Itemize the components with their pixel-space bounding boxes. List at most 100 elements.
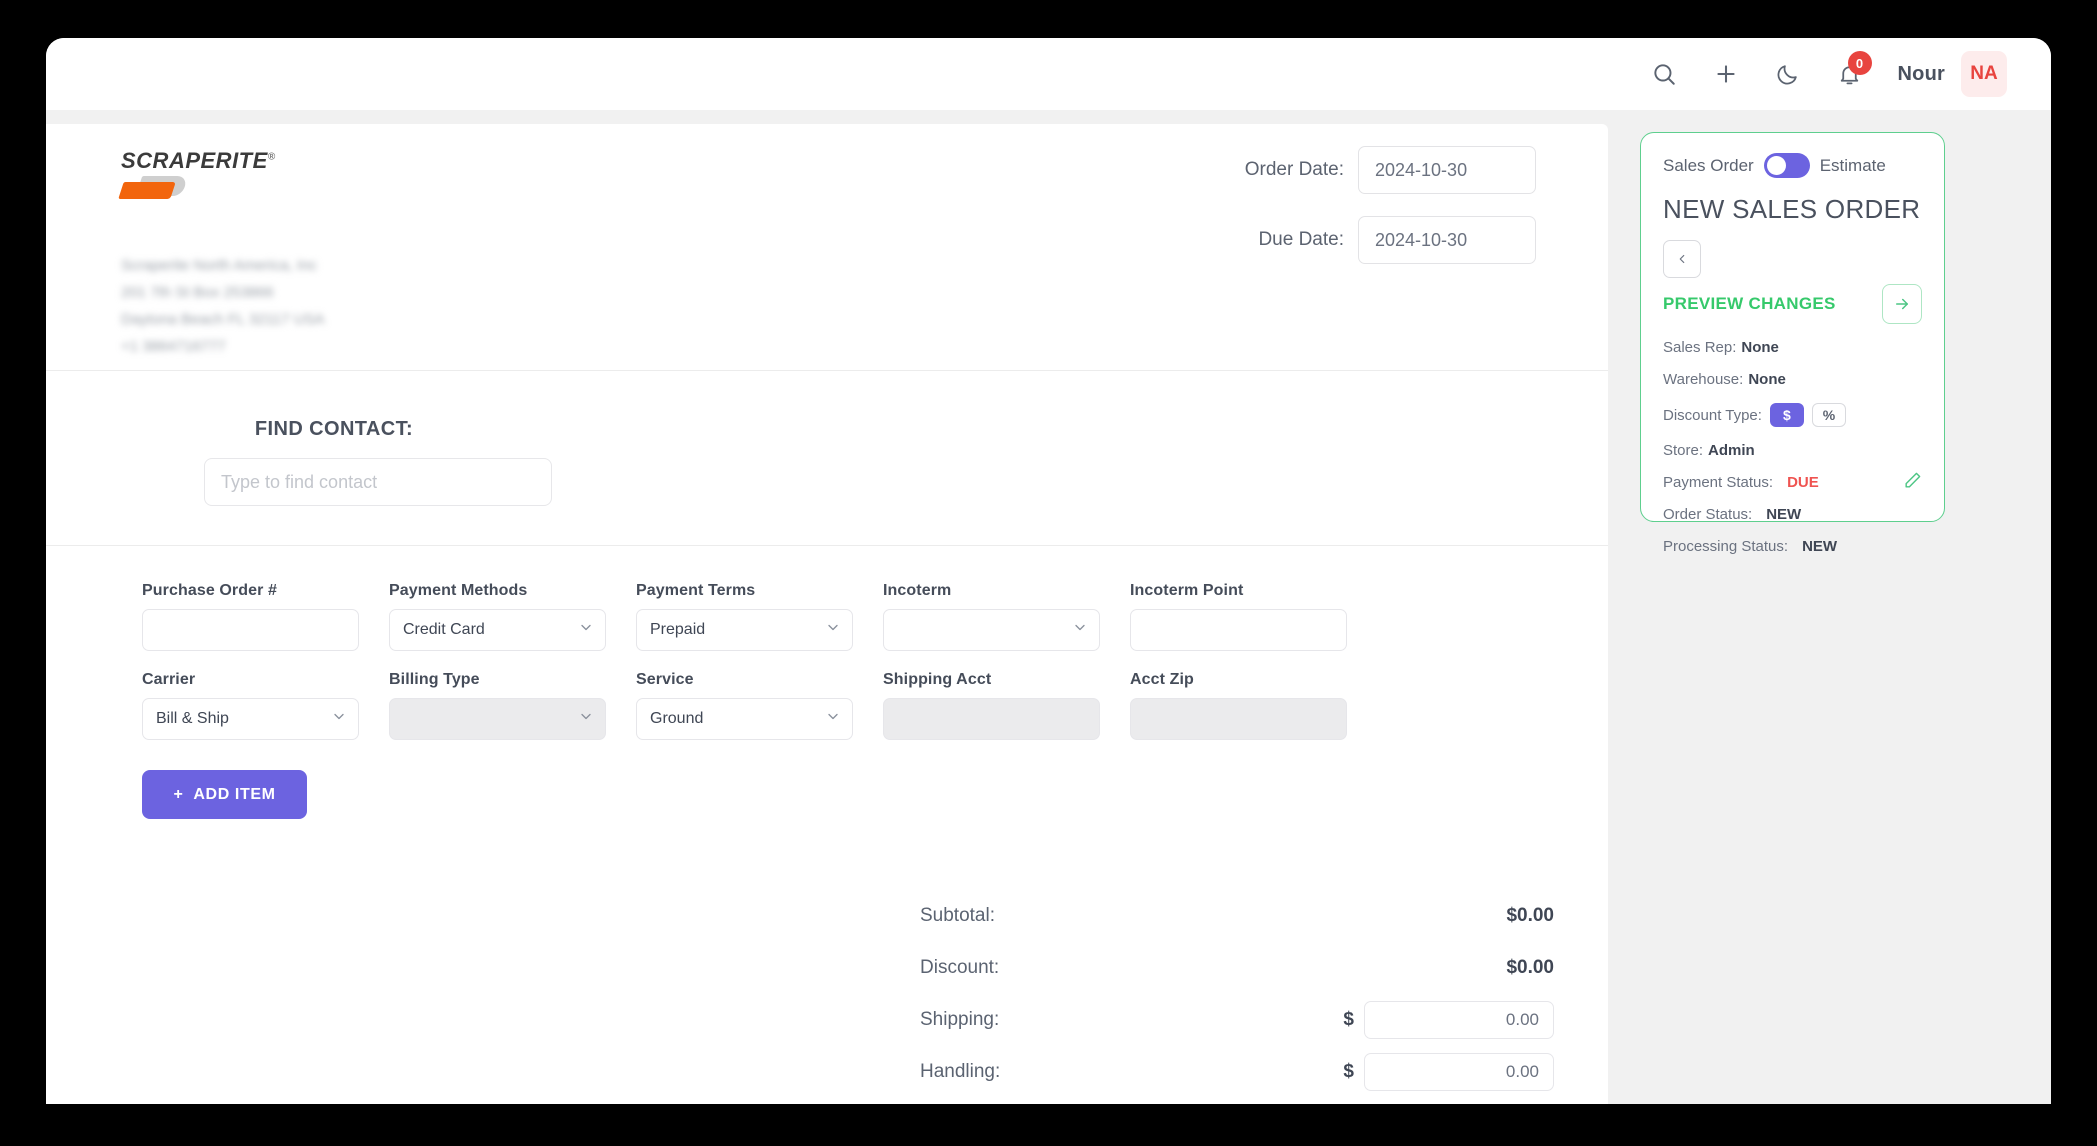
payment-terms-select[interactable]: Prepaid xyxy=(636,609,853,651)
incoterm-point-input[interactable] xyxy=(1130,609,1347,651)
toggle-label-sales-order: Sales Order xyxy=(1663,155,1754,175)
preview-changes-link[interactable]: PREVIEW CHANGES xyxy=(1663,294,1836,314)
field-label: Payment Terms xyxy=(636,582,756,599)
chevron-down-icon xyxy=(825,709,841,730)
processing-status-value: NEW xyxy=(1802,538,1838,555)
payment-status-row: Payment Status: DUE xyxy=(1663,471,1922,494)
field-purchase-order: Purchase Order # xyxy=(142,582,389,651)
scraperite-logo: SCRAPERITE® xyxy=(118,148,281,202)
due-date-input[interactable] xyxy=(1358,216,1536,264)
find-contact-label: FIND CONTACT: xyxy=(254,418,414,440)
logo-text: SCRAPERITE xyxy=(121,148,268,173)
chevron-down-icon xyxy=(331,709,347,730)
shipping-label: Shipping: xyxy=(920,1009,1000,1030)
plus-icon[interactable] xyxy=(1704,52,1748,96)
shipping-currency-symbol: $ xyxy=(1343,1009,1354,1030)
select-value: Prepaid xyxy=(650,621,706,638)
billing-type-select[interactable] xyxy=(389,698,606,740)
chevron-down-icon xyxy=(578,709,594,730)
subtotal-label: Subtotal: xyxy=(920,905,995,926)
warehouse-value: None xyxy=(1748,371,1786,388)
field-acct-zip: Acct Zip xyxy=(1130,671,1377,740)
carrier-select[interactable]: Bill & Ship xyxy=(142,698,359,740)
sales-rep-value: None xyxy=(1741,339,1779,356)
find-contact-input[interactable] xyxy=(204,458,552,506)
order-date-input[interactable] xyxy=(1358,146,1536,194)
discount-type-dollar-button[interactable]: $ xyxy=(1769,403,1804,427)
payment-methods-select[interactable]: Credit Card xyxy=(389,609,606,651)
find-contact-section: FIND CONTACT: xyxy=(46,371,1608,545)
warehouse-row: Warehouse: None xyxy=(1663,371,1922,388)
next-button[interactable] xyxy=(1882,284,1922,324)
field-shipping-acct: Shipping Acct xyxy=(883,671,1130,740)
add-item-button[interactable]: + ADD ITEM xyxy=(142,770,307,819)
field-service: Service Ground xyxy=(636,671,883,740)
user-name[interactable]: Nour xyxy=(1898,63,1945,86)
plus-icon: + xyxy=(173,785,184,803)
field-label: Billing Type xyxy=(389,671,480,688)
toggle-knob xyxy=(1766,156,1786,175)
handling-input[interactable] xyxy=(1364,1053,1554,1091)
shipping-acct-input[interactable] xyxy=(883,698,1100,740)
service-select[interactable]: Ground xyxy=(636,698,853,740)
moon-icon[interactable] xyxy=(1766,52,1810,96)
chevron-down-icon xyxy=(1072,620,1088,641)
shipping-input[interactable] xyxy=(1364,1001,1554,1039)
order-type-toggle-row: Sales Order Estimate xyxy=(1663,153,1922,178)
company-address: Scraperite North America, Inc 201 7th St… xyxy=(121,252,324,360)
field-payment-terms: Payment Terms Prepaid xyxy=(636,582,883,651)
store-value: Admin xyxy=(1708,442,1755,459)
discount-type-row: Discount Type: $ % xyxy=(1663,403,1922,427)
search-icon[interactable] xyxy=(1642,52,1686,96)
field-incoterm-point: Incoterm Point xyxy=(1130,582,1377,651)
form-row-1: Purchase Order # Payment Methods Credit … xyxy=(142,582,1608,651)
order-status-label: Order Status: xyxy=(1663,506,1753,523)
select-value: Bill & Ship xyxy=(156,710,229,727)
field-carrier: Carrier Bill & Ship xyxy=(142,671,389,740)
logo-superscript: ® xyxy=(267,151,276,163)
back-button[interactable] xyxy=(1663,240,1701,278)
chevron-down-icon xyxy=(825,620,841,641)
order-type-toggle[interactable] xyxy=(1763,153,1810,178)
subtotal-value: $0.00 xyxy=(1506,905,1554,926)
order-form-grid: Purchase Order # Payment Methods Credit … xyxy=(46,546,1608,740)
document-header: SCRAPERITE® Scraperite North America, In… xyxy=(46,124,1608,370)
avatar[interactable]: NA xyxy=(1961,51,2007,97)
processing-status-label: Processing Status: xyxy=(1663,538,1789,555)
payment-status-label: Payment Status: xyxy=(1663,474,1774,491)
form-row-2: Carrier Bill & Ship Billing Type Service… xyxy=(142,671,1608,740)
bell-icon[interactable]: 0 xyxy=(1828,51,1872,96)
field-incoterm: Incoterm xyxy=(883,582,1130,651)
address-line: Scraperite North America, Inc xyxy=(121,257,317,274)
select-value: Ground xyxy=(650,710,704,727)
field-label: Acct Zip xyxy=(1130,671,1194,688)
discount-type-label: Discount Type: xyxy=(1663,406,1762,424)
edit-pencil-icon[interactable] xyxy=(1903,471,1922,494)
acct-zip-input[interactable] xyxy=(1130,698,1347,740)
address-line: +1 3864716777 xyxy=(121,338,226,355)
field-label: Incoterm Point xyxy=(1130,582,1244,599)
field-label: Service xyxy=(636,671,694,688)
device-bezel: 0 Nour NA SCRAPERITE® Scraperite North A… xyxy=(0,0,2097,1146)
totals-row-subtotal: Subtotal: $0.00 xyxy=(914,897,1554,935)
preview-changes-row: PREVIEW CHANGES xyxy=(1663,284,1922,324)
field-label: Payment Methods xyxy=(389,582,528,599)
toggle-label-estimate: Estimate xyxy=(1819,155,1886,175)
order-date-row: Order Date: xyxy=(1245,146,1536,194)
address-line: 201 7th St Box 253866 xyxy=(121,284,274,301)
discount-label: Discount: xyxy=(920,957,1000,978)
due-date-row: Due Date: xyxy=(1258,216,1536,264)
processing-status-row: Processing Status: NEW xyxy=(1663,538,1922,555)
logo-blade-graphic xyxy=(118,176,189,202)
store-row: Store: Admin xyxy=(1663,442,1922,459)
chevron-down-icon xyxy=(578,620,594,641)
due-date-label: Due Date: xyxy=(1258,229,1344,250)
body-area: SCRAPERITE® Scraperite North America, In… xyxy=(46,110,2051,1104)
purchase-order-input[interactable] xyxy=(142,609,359,651)
address-line: Daytona Beach FL 32117 USA xyxy=(121,311,325,328)
incoterm-select[interactable] xyxy=(883,609,1100,651)
top-bar: 0 Nour NA xyxy=(46,38,2051,110)
totals-section: Subtotal: $0.00 Discount: $0.00 Shipping… xyxy=(46,897,1608,1104)
select-value: Credit Card xyxy=(403,621,485,638)
discount-type-percent-button[interactable]: % xyxy=(1811,403,1846,427)
